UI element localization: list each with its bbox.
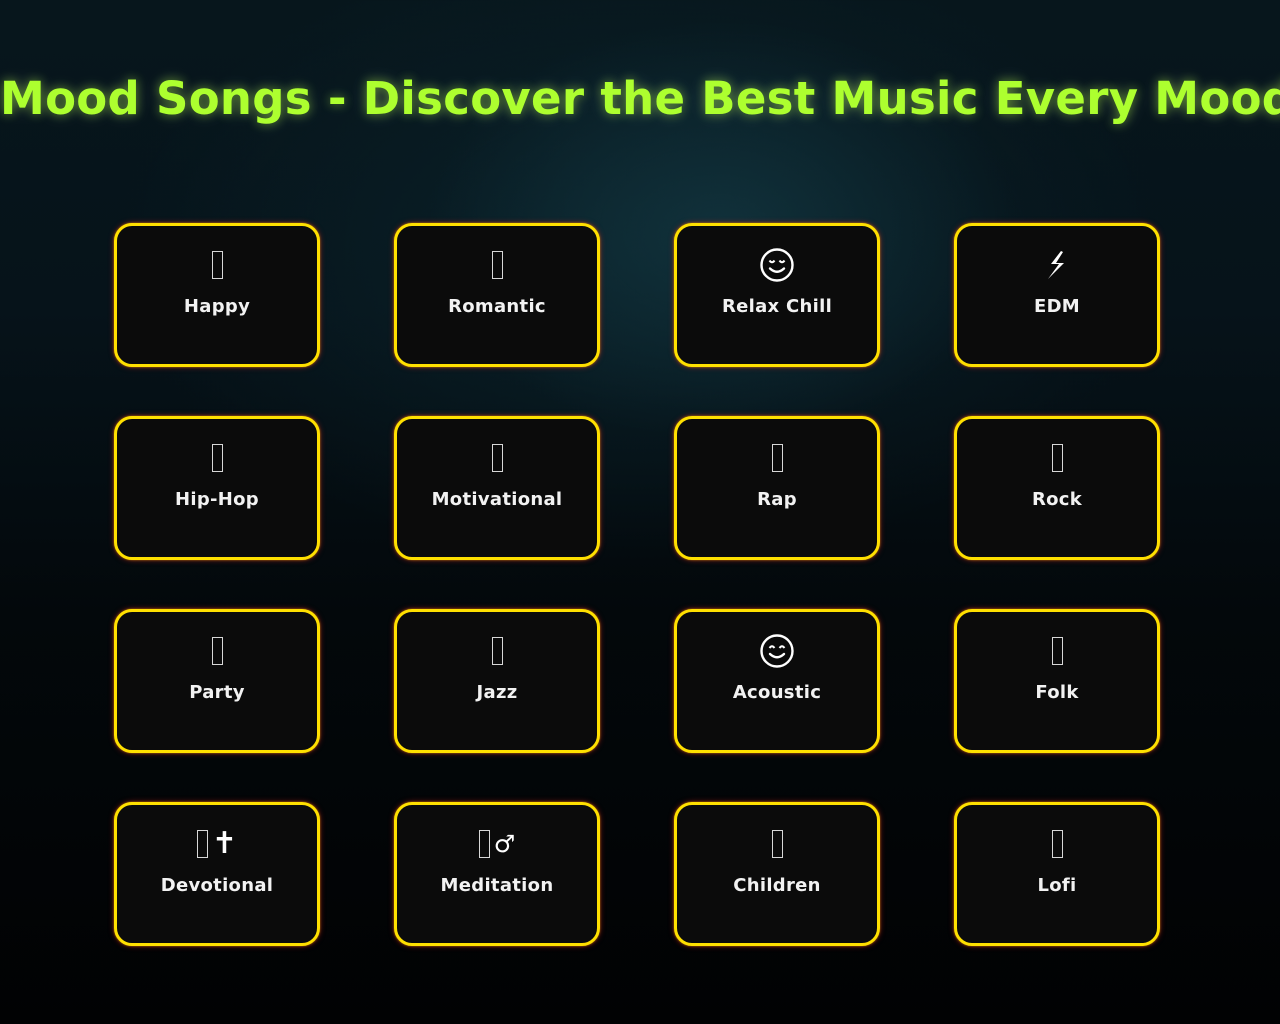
mood-card-meditation[interactable]: ♂ Meditation <box>394 802 600 946</box>
mood-card-edm[interactable]: EDM <box>954 223 1160 367</box>
missing-glyph-icon <box>491 634 503 668</box>
mood-label: Rap <box>757 489 797 510</box>
missing-glyph-icon <box>196 830 208 858</box>
mood-label: Devotional <box>160 875 274 896</box>
missing-glyph-icon <box>491 444 503 472</box>
mood-card-motivational[interactable]: Motivational <box>394 416 600 560</box>
missing-glyph-icon <box>491 637 503 665</box>
mood-card-lofi[interactable]: Lofi <box>954 802 1160 946</box>
missing-glyph-plus-male-sign-icon: ♂ <box>478 827 516 861</box>
mood-card-jazz[interactable]: Jazz <box>394 609 600 753</box>
missing-glyph-icon <box>771 441 783 475</box>
mood-label: Jazz <box>476 682 518 703</box>
mood-card-rock[interactable]: Rock <box>954 416 1160 560</box>
missing-glyph-icon <box>478 830 490 858</box>
mood-label: Acoustic <box>732 682 822 703</box>
mood-label: Relax Chill <box>721 296 833 317</box>
mood-label: Children <box>733 875 821 896</box>
mood-card-happy[interactable]: Happy <box>114 223 320 367</box>
missing-glyph-icon <box>211 441 223 475</box>
mood-label: Meditation <box>440 875 554 896</box>
missing-glyph-plus-cross-icon: ✝ <box>196 826 238 861</box>
missing-glyph-icon <box>1051 830 1063 858</box>
missing-glyph-icon <box>491 251 503 279</box>
mood-card-children[interactable]: Children <box>674 802 880 946</box>
missing-glyph-icon <box>211 248 223 282</box>
mood-label: Hip-Hop <box>174 489 259 510</box>
mood-label: Lofi <box>1037 875 1077 896</box>
missing-glyph-icon <box>1051 637 1063 665</box>
mood-card-devotional[interactable]: ✝ Devotional <box>114 802 320 946</box>
mood-card-relax-chill[interactable]: Relax Chill <box>674 223 880 367</box>
missing-glyph-icon <box>1051 634 1063 668</box>
missing-glyph-icon <box>211 634 223 668</box>
mood-grid: Happy Romantic Relax Chill EDM Hip-Hop M… <box>114 223 1160 946</box>
page-title: Mood Songs - Discover the Best Music Eve… <box>0 72 1280 125</box>
mood-label: Folk <box>1035 682 1079 703</box>
lightning-icon <box>1044 248 1070 282</box>
missing-glyph-icon <box>771 444 783 472</box>
mood-card-hip-hop[interactable]: Hip-Hop <box>114 416 320 560</box>
missing-glyph-icon <box>211 251 223 279</box>
mood-label: Happy <box>183 296 251 317</box>
missing-glyph-icon <box>771 830 783 858</box>
missing-glyph-icon <box>211 637 223 665</box>
page-title-text: Mood Songs - Discover the Best Music Eve… <box>0 72 1280 125</box>
missing-glyph-icon <box>1051 827 1063 861</box>
mood-card-acoustic[interactable]: Acoustic <box>674 609 880 753</box>
mood-card-folk[interactable]: Folk <box>954 609 1160 753</box>
mood-card-romantic[interactable]: Romantic <box>394 223 600 367</box>
male-sign-icon: ♂ <box>493 830 516 858</box>
missing-glyph-icon <box>491 248 503 282</box>
smiling-face-icon <box>759 634 795 668</box>
missing-glyph-icon <box>1051 444 1063 472</box>
cross-icon: ✝ <box>211 826 238 861</box>
mood-label: Romantic <box>448 296 546 317</box>
mood-card-party[interactable]: Party <box>114 609 320 753</box>
missing-glyph-icon <box>491 441 503 475</box>
mood-label: EDM <box>1033 296 1081 317</box>
mood-card-rap[interactable]: Rap <box>674 416 880 560</box>
mood-label: Rock <box>1031 489 1083 510</box>
missing-glyph-icon <box>1051 441 1063 475</box>
relieved-face-icon <box>759 248 795 282</box>
mood-label: Party <box>189 682 245 703</box>
missing-glyph-icon <box>211 444 223 472</box>
mood-label: Motivational <box>431 489 563 510</box>
missing-glyph-icon <box>771 827 783 861</box>
